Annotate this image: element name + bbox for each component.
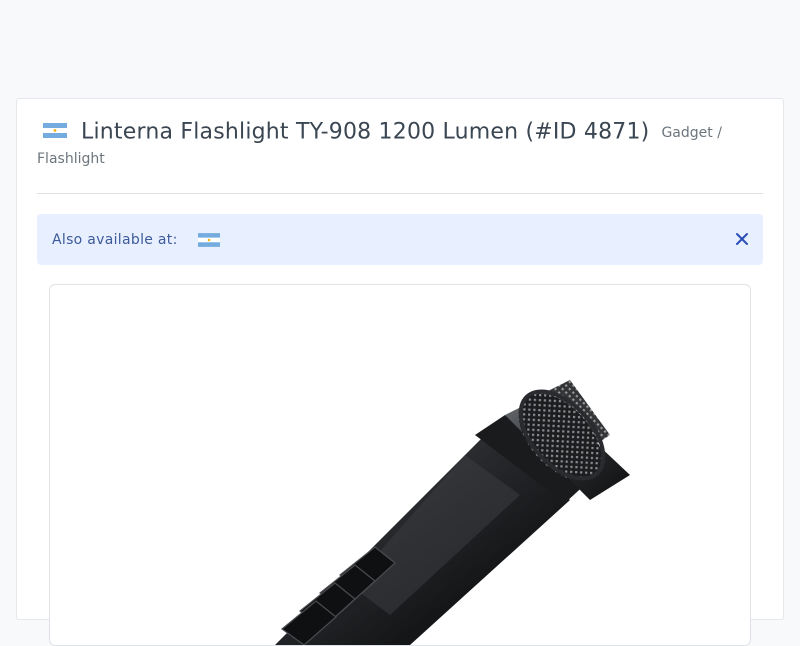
category-breadcrumb-parent[interactable]: Gadget / (661, 125, 721, 141)
product-card: Linterna Flashlight TY-908 1200 Lumen (#… (16, 98, 784, 646)
close-icon[interactable] (735, 232, 749, 246)
availability-alert: Also available at: (37, 214, 763, 265)
header-divider (37, 193, 763, 194)
argentina-flag-icon (43, 123, 67, 138)
product-image-frame[interactable] (49, 284, 751, 646)
argentina-flag-icon[interactable] (197, 232, 220, 247)
page-title: Linterna Flashlight TY-908 1200 Lumen (#… (81, 119, 650, 145)
flashlight-image (275, 380, 630, 645)
availability-label: Also available at: (52, 231, 178, 248)
title-line: Linterna Flashlight TY-908 1200 Lumen (#… (37, 115, 763, 150)
category-breadcrumb-child[interactable]: Flashlight (37, 148, 763, 170)
product-header: Linterna Flashlight TY-908 1200 Lumen (#… (37, 115, 763, 170)
